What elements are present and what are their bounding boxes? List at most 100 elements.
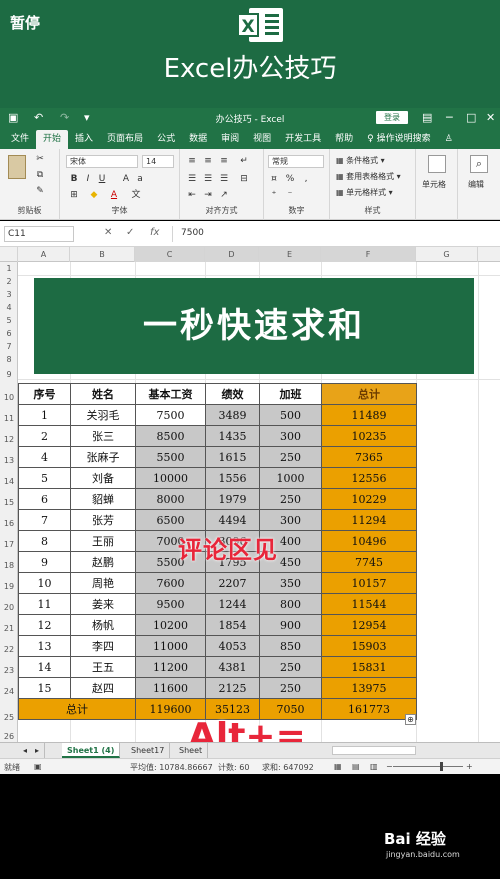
- cells-icon[interactable]: [428, 155, 446, 173]
- table-cell[interactable]: 11000: [135, 635, 206, 657]
- table-cell[interactable]: 9500: [135, 593, 206, 615]
- column-header-cell[interactable]: 绩效: [205, 383, 260, 405]
- select-all-corner[interactable]: [0, 247, 18, 262]
- row-header[interactable]: 19: [0, 576, 18, 597]
- pause-label[interactable]: 暂停: [10, 12, 40, 33]
- table-cell[interactable]: 5: [18, 467, 71, 489]
- cut-icon[interactable]: ✂: [34, 153, 46, 166]
- tab-developer[interactable]: 开发工具: [278, 130, 328, 149]
- row-header[interactable]: 8: [0, 353, 18, 366]
- table-cell[interactable]: 刘备: [70, 467, 136, 489]
- table-cell[interactable]: 10: [18, 572, 71, 594]
- row-header[interactable]: 3: [0, 288, 18, 301]
- table-cell[interactable]: 2125: [205, 677, 260, 699]
- table-cell[interactable]: 10000: [135, 467, 206, 489]
- row-header[interactable]: 14: [0, 471, 18, 492]
- table-cell[interactable]: 1244: [205, 593, 260, 615]
- table-cell[interactable]: 13975: [321, 677, 417, 699]
- table-cell[interactable]: 15831: [321, 656, 417, 678]
- orientation-icon[interactable]: ↗: [218, 189, 230, 202]
- row-header[interactable]: 7: [0, 340, 18, 353]
- tab-insert[interactable]: 插入: [68, 130, 100, 149]
- table-cell[interactable]: 350: [259, 572, 322, 594]
- tab-view[interactable]: 视图: [246, 130, 278, 149]
- table-cell[interactable]: 周艳: [70, 572, 136, 594]
- bold-icon[interactable]: B: [68, 173, 80, 186]
- currency-icon[interactable]: ¤: [268, 173, 280, 186]
- table-cell[interactable]: 11294: [321, 509, 417, 531]
- table-cell[interactable]: 貂蝉: [70, 488, 136, 510]
- table-cell[interactable]: 10200: [135, 614, 206, 636]
- table-cell[interactable]: 10229: [321, 488, 417, 510]
- row-header[interactable]: 23: [0, 660, 18, 681]
- row-header[interactable]: 15: [0, 492, 18, 513]
- table-cell[interactable]: 7600: [135, 572, 206, 594]
- table-cell[interactable]: 14: [18, 656, 71, 678]
- macro-record-icon[interactable]: ▣: [34, 762, 42, 771]
- row-header[interactable]: 21: [0, 618, 18, 639]
- tab-review[interactable]: 审阅: [214, 130, 246, 149]
- format-as-table-button[interactable]: ▦ 套用表格格式 ▾: [336, 171, 401, 182]
- row-header[interactable]: 25: [0, 702, 18, 734]
- row-header[interactable]: 26: [0, 732, 18, 742]
- row-header[interactable]: 20: [0, 597, 18, 618]
- row-header[interactable]: 10: [0, 387, 18, 408]
- table-cell[interactable]: 6: [18, 488, 71, 510]
- formula-input[interactable]: 7500: [172, 226, 496, 242]
- table-cell[interactable]: 王五: [70, 656, 136, 678]
- table-cell[interactable]: 5500: [135, 446, 206, 468]
- font-color-icon[interactable]: A: [108, 189, 120, 202]
- share-icon[interactable]: ♙: [438, 130, 460, 149]
- column-header[interactable]: A: [18, 247, 70, 262]
- normal-view-icon[interactable]: ▦: [334, 762, 342, 771]
- table-cell[interactable]: 关羽毛: [70, 404, 136, 426]
- tab-page-layout[interactable]: 页面布局: [100, 130, 150, 149]
- column-header[interactable]: F: [321, 247, 416, 262]
- row-header[interactable]: 4: [0, 301, 18, 314]
- column-header-cell[interactable]: 总计: [321, 383, 417, 405]
- close-icon[interactable]: ✕: [486, 111, 495, 124]
- table-cell[interactable]: 1000: [259, 467, 322, 489]
- column-header-cell[interactable]: 姓名: [70, 383, 136, 405]
- maximize-icon[interactable]: □: [466, 111, 476, 124]
- table-cell[interactable]: 杨帆: [70, 614, 136, 636]
- paste-icon[interactable]: [8, 155, 26, 179]
- table-cell[interactable]: 7745: [321, 551, 417, 573]
- align-left-icon[interactable]: ☰: [186, 173, 198, 186]
- table-cell[interactable]: 张三: [70, 425, 136, 447]
- table-cell[interactable]: 3489: [205, 404, 260, 426]
- tab-data[interactable]: 数据: [182, 130, 214, 149]
- page-break-view-icon[interactable]: ▥: [370, 762, 378, 771]
- row-header[interactable]: 24: [0, 681, 18, 702]
- column-header[interactable]: E: [259, 247, 321, 262]
- row-header[interactable]: 11: [0, 408, 18, 429]
- row-header[interactable]: 6: [0, 327, 18, 340]
- login-button[interactable]: 登录: [376, 111, 408, 124]
- table-cell[interactable]: 8000: [135, 488, 206, 510]
- zoom-slider[interactable]: [393, 766, 463, 767]
- editing-label[interactable]: 编辑: [468, 179, 484, 190]
- table-cell[interactable]: 12556: [321, 467, 417, 489]
- table-cell[interactable]: 7: [18, 509, 71, 531]
- row-header[interactable]: 9: [0, 366, 18, 383]
- column-header-cell[interactable]: 基本工资: [135, 383, 206, 405]
- grow-font-icon[interactable]: A: [120, 173, 132, 186]
- table-cell[interactable]: 800: [259, 593, 322, 615]
- table-cell[interactable]: 11600: [135, 677, 206, 699]
- enter-icon[interactable]: ✓: [126, 227, 134, 238]
- total-label-cell[interactable]: 总计: [18, 698, 136, 720]
- table-cell[interactable]: 1: [18, 404, 71, 426]
- align-top-icon[interactable]: ≡: [186, 155, 198, 168]
- table-cell[interactable]: 2207: [205, 572, 260, 594]
- table-cell[interactable]: 1979: [205, 488, 260, 510]
- table-cell[interactable]: 7365: [321, 446, 417, 468]
- table-cell[interactable]: 4494: [205, 509, 260, 531]
- table-cell[interactable]: 张麻子: [70, 446, 136, 468]
- row-header[interactable]: 18: [0, 555, 18, 576]
- font-name-select[interactable]: 宋体: [66, 155, 138, 168]
- shrink-font-icon[interactable]: a: [134, 173, 146, 186]
- align-middle-icon[interactable]: ≡: [202, 155, 214, 168]
- total-cell[interactable]: 161773: [321, 698, 417, 720]
- table-cell[interactable]: 4053: [205, 635, 260, 657]
- table-cell[interactable]: 11489: [321, 404, 417, 426]
